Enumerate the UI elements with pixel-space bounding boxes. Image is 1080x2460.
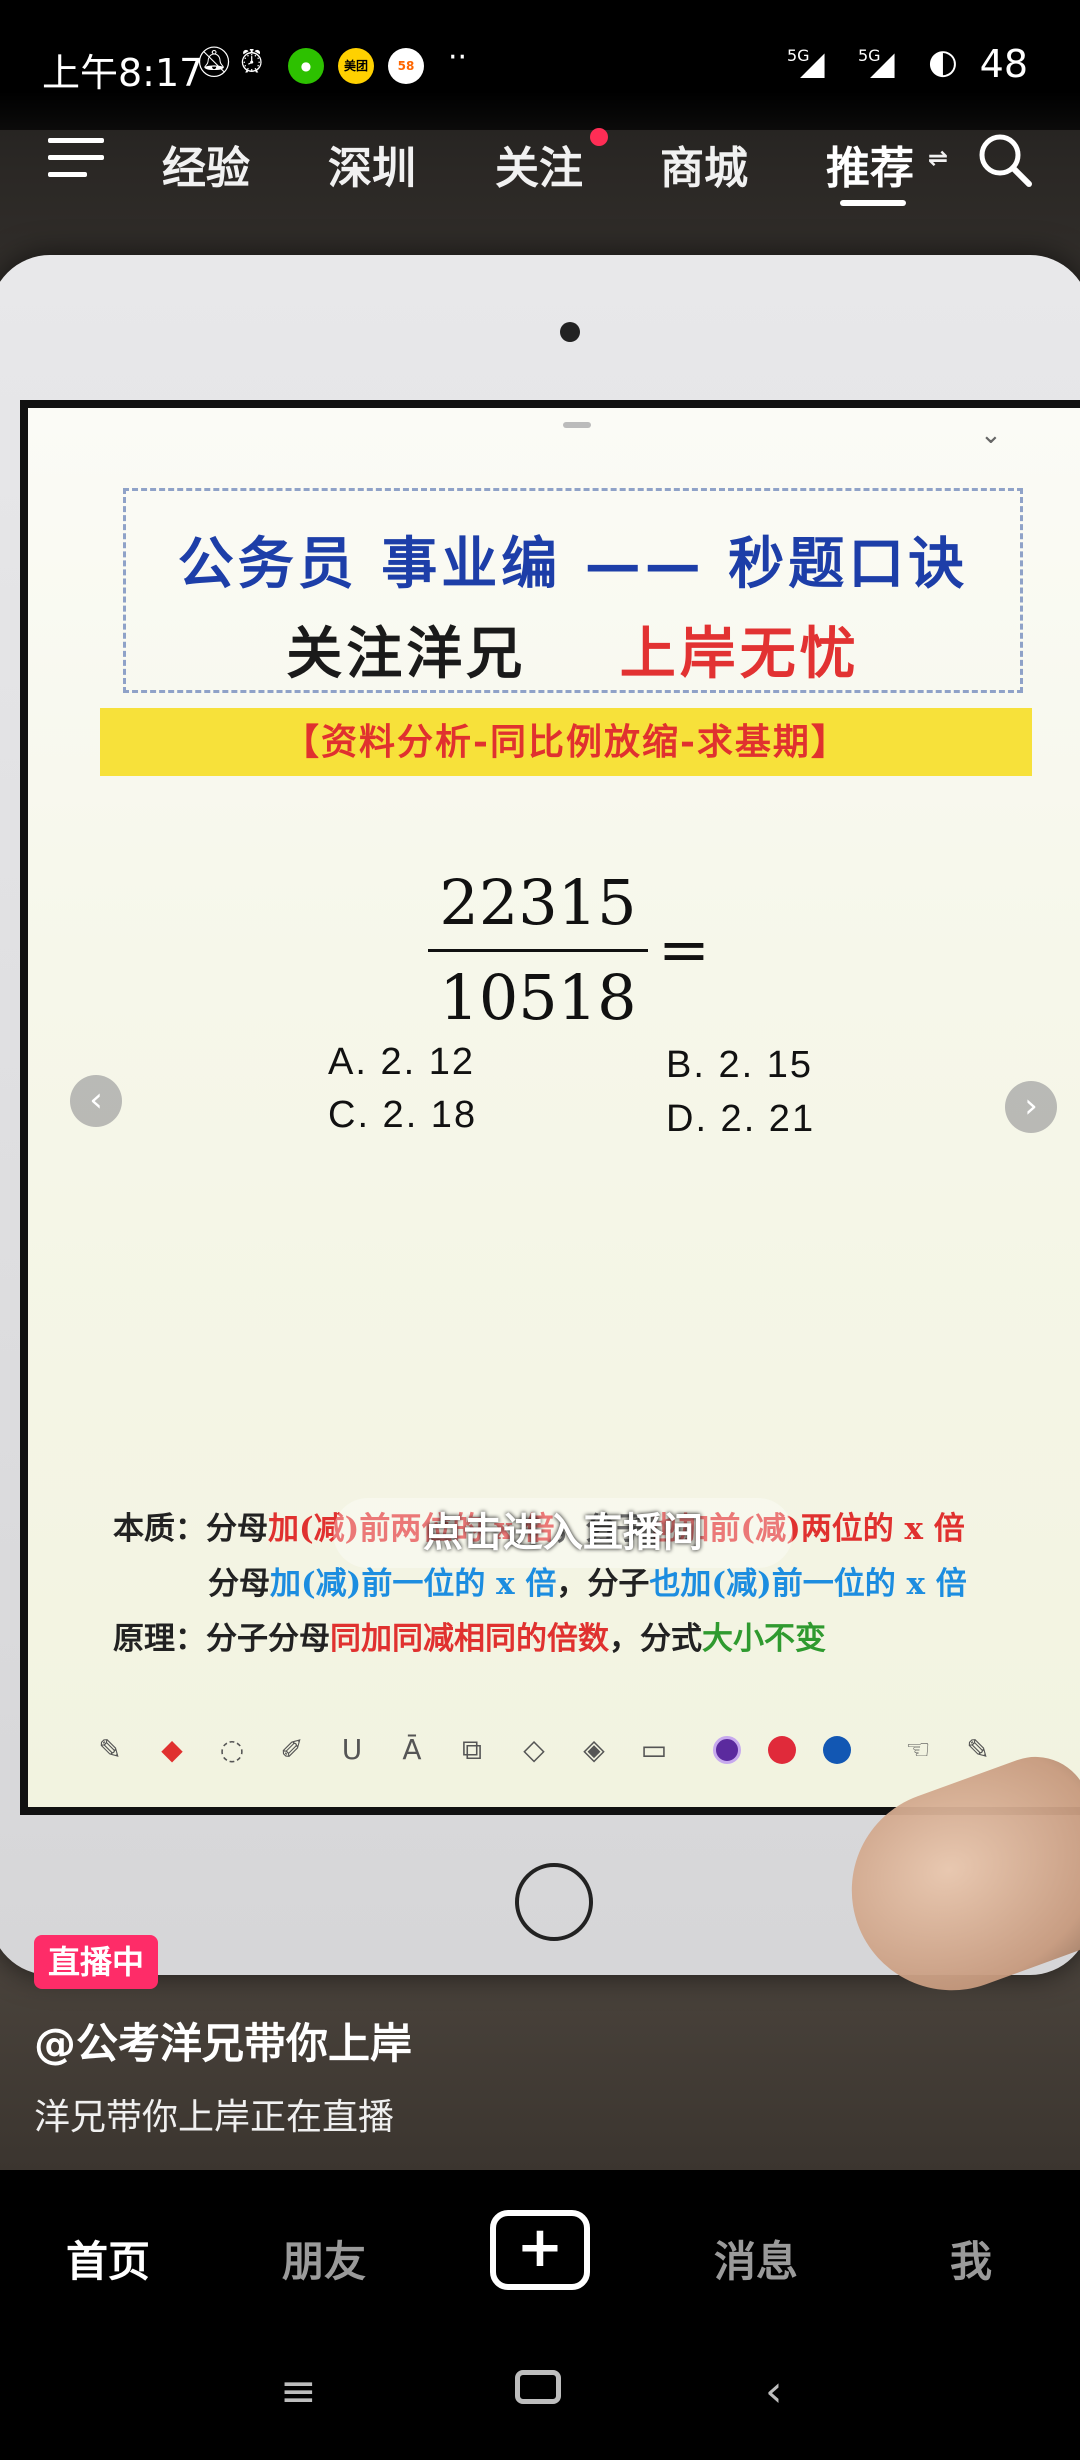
principle-label: 原理：	[113, 1621, 206, 1657]
principle-d: 大小不变	[702, 1621, 826, 1657]
58-icon: 58	[388, 48, 424, 84]
denominator: 10518	[439, 961, 637, 1034]
equals-sign: =	[658, 913, 710, 986]
topic-banner: 【资料分析-同比例放缩-求基期】	[100, 708, 1032, 776]
alarm-icon: ⏰︎	[240, 45, 264, 80]
following-notification-dot	[590, 128, 608, 146]
bottom-tab-bar: 首页 朋友 + 消息 我	[0, 2170, 1080, 2330]
annotation-toolbar: ✎ ◆ ◌ ✐ U Ā ⧉ ◇ ◈ ▭ ☜ ✎	[88, 1728, 1028, 1778]
wechat-icon: ●	[288, 48, 324, 84]
tab-mall[interactable]: 商城	[660, 132, 748, 196]
prev-page-button[interactable]: ‹	[70, 1075, 122, 1127]
tab-messages[interactable]: 消息	[714, 2228, 798, 2289]
comment-icon[interactable]: ▭	[632, 1728, 676, 1772]
color-blue-button[interactable]	[823, 1736, 851, 1764]
numerator: 22315	[439, 866, 637, 939]
principle-line: 原理：分子分母同加同减相同的倍数，分式大小不变	[113, 1613, 826, 1658]
screen: ⌄ 公务员 事业编 —— 秒题口诀 关注洋兄 上岸无忧 【资料分析-同比例放缩-…	[0, 0, 1080, 2460]
option-a: A. 2. 12	[328, 1041, 475, 1083]
shape-icon[interactable]: ⧉	[450, 1728, 494, 1772]
recent-apps-icon[interactable]: ≡	[280, 2366, 317, 2417]
tab-following[interactable]: 关注	[495, 132, 583, 196]
author-name[interactable]: @公考洋兄带你上岸	[34, 2010, 412, 2071]
tab-me[interactable]: 我	[950, 2228, 992, 2289]
back-icon[interactable]: ‹	[765, 2366, 783, 2417]
title-line-2-right: 上岸无忧	[619, 621, 860, 687]
hand-icon[interactable]: ☜	[896, 1728, 940, 1772]
strikethrough-icon[interactable]: Ā	[390, 1728, 434, 1772]
underline-icon[interactable]: U	[330, 1728, 374, 1772]
create-button[interactable]: +	[490, 2210, 590, 2290]
title-line-2: 关注洋兄 上岸无忧	[126, 609, 1020, 690]
tab-recommended[interactable]: 推荐	[826, 132, 914, 196]
option-b: B. 2. 15	[666, 1044, 813, 1086]
principle-a: 分子分母	[206, 1621, 330, 1657]
essence-2-a: 分母	[208, 1566, 270, 1602]
tab-experience[interactable]: 经验	[162, 132, 250, 196]
essence-2-b: 加(减)前一位的 x 倍	[270, 1566, 557, 1602]
essence-label: 本质：	[113, 1511, 206, 1547]
status-time: 上午8:17	[42, 51, 204, 95]
chevron-down-icon: ⌄	[980, 420, 1002, 450]
eraser-red-icon[interactable]: ◆	[150, 1728, 194, 1772]
home-icon[interactable]	[515, 2370, 561, 2404]
tablet-screen: ⌄ 公务员 事业编 —— 秒题口诀 关注洋兄 上岸无忧 【资料分析-同比例放缩-…	[20, 400, 1080, 1815]
notification-off-icon: 🔕︎	[195, 45, 234, 80]
signal-1-icon: ◢	[800, 44, 825, 82]
video-player[interactable]: ⌄ 公务员 事业编 —— 秒题口诀 关注洋兄 上岸无忧 【资料分析-同比例放缩-…	[0, 0, 1080, 2170]
principle-c: ，分式	[609, 1621, 702, 1657]
tab-home[interactable]: 首页	[66, 2228, 150, 2289]
essence-1-a: 分母	[206, 1511, 268, 1547]
title-box: 公务员 事业编 —— 秒题口诀 关注洋兄 上岸无忧	[123, 488, 1023, 693]
top-nav: 经验 深圳 关注 商城 推荐 ⇌	[0, 120, 1080, 220]
tab-friends[interactable]: 朋友	[282, 2228, 366, 2289]
enter-live-room-label: 点击进入直播间	[423, 1510, 703, 1556]
drag-handle	[563, 422, 591, 428]
principle-b: 同加同减相同的倍数	[330, 1621, 609, 1657]
enter-live-room-button[interactable]: 点击进入直播间	[333, 1498, 793, 1568]
live-description: 洋兄带你上岸正在直播	[34, 2097, 395, 2138]
essence-2-c: ，分子	[556, 1566, 650, 1602]
menu-icon[interactable]	[48, 138, 104, 182]
battery-icon: ◐	[928, 42, 958, 82]
document-page: ⌄ 公务员 事业编 —— 秒题口诀 关注洋兄 上岸无忧 【资料分析-同比例放缩-…	[28, 408, 1080, 1807]
tablet-camera	[560, 322, 580, 342]
lasso-icon[interactable]: ◌	[210, 1728, 254, 1772]
option-d: D. 2. 21	[666, 1098, 816, 1140]
active-tab-indicator	[840, 200, 906, 206]
eraser-icon[interactable]: ◇	[512, 1728, 556, 1772]
fraction-line	[428, 949, 648, 952]
title-line-2-left: 关注洋兄	[286, 621, 527, 687]
title-line-1: 公务员 事业编 —— 秒题口诀	[177, 531, 969, 597]
meituan-icon: 美团	[338, 48, 374, 84]
battery-level: 48	[979, 42, 1028, 86]
more-notifications: ··	[448, 40, 468, 75]
next-page-button[interactable]: ›	[1005, 1081, 1057, 1133]
signal-2-icon: ◢	[870, 44, 895, 82]
system-nav-bar: ≡ ‹	[0, 2330, 1080, 2460]
color-purple-button[interactable]	[713, 1736, 741, 1764]
option-c: C. 2. 18	[328, 1094, 478, 1136]
highlighter-icon[interactable]: ✐	[270, 1728, 314, 1772]
pencil-icon[interactable]: ✎	[88, 1728, 132, 1772]
fraction: 22315 10518	[428, 863, 648, 1038]
status-bar: 上午8:17 🔕︎ ⏰︎ ● 美团 58 ·· 5G ◢ 5G ◢ ◐ 48	[0, 0, 1080, 130]
clear-icon[interactable]: ◈	[572, 1728, 616, 1772]
edit-icon[interactable]: ✎	[956, 1728, 1000, 1772]
search-icon[interactable]	[975, 130, 1035, 190]
tab-shenzhen[interactable]: 深圳	[328, 132, 416, 196]
color-red-button[interactable]	[768, 1736, 796, 1764]
tablet-home-button	[515, 1863, 593, 1941]
essence-2-d: 也加(减)前一位的 x 倍	[649, 1566, 967, 1602]
live-badge[interactable]: 直播中	[34, 1935, 159, 1989]
swap-icon: ⇌	[928, 144, 949, 172]
